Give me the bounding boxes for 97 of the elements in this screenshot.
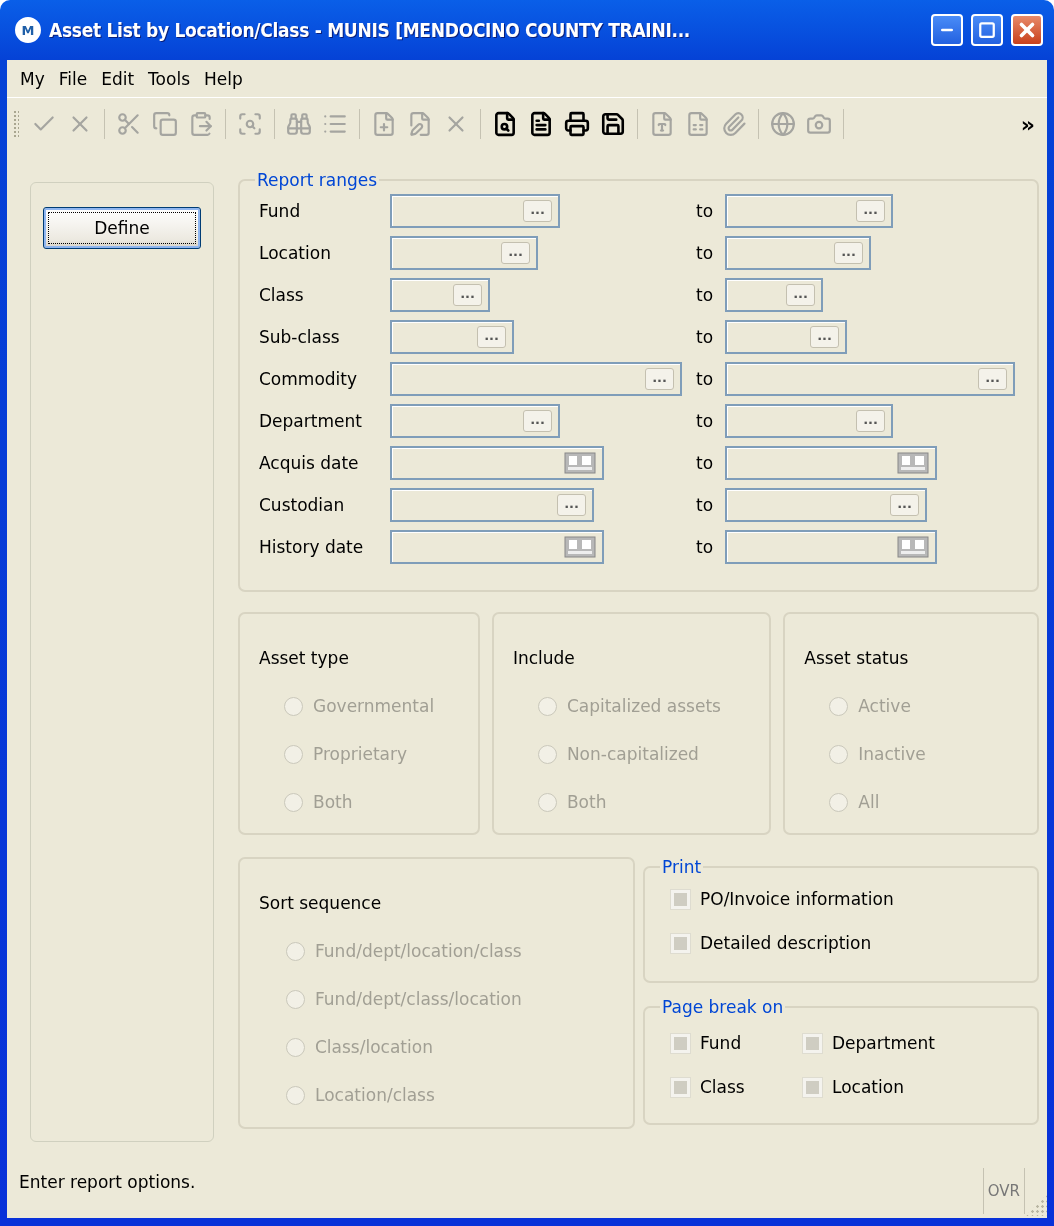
- lookup-button[interactable]: ...: [453, 284, 482, 306]
- input-field[interactable]: ...: [390, 194, 560, 228]
- checkbox-label: PO/Invoice information: [700, 889, 894, 909]
- radio-label: Fund/dept/location/class: [315, 941, 522, 961]
- lookup-button[interactable]: ...: [856, 410, 885, 432]
- input-field[interactable]: ...: [390, 236, 538, 270]
- to-label: to: [696, 285, 715, 305]
- to-label: to: [696, 495, 715, 515]
- to-label: to: [696, 243, 715, 263]
- group-title: Page break on: [661, 997, 785, 1017]
- calendar-icon[interactable]: [897, 452, 929, 474]
- group-title: Include: [512, 648, 576, 670]
- group-title: Asset status: [804, 648, 910, 670]
- input-field[interactable]: ...: [725, 488, 927, 522]
- field-label: Commodity: [259, 369, 359, 389]
- checkbox-label: Detailed description: [700, 933, 872, 953]
- group-title: Print: [661, 857, 703, 877]
- input-field[interactable]: [390, 446, 604, 480]
- minimize-button[interactable]: [931, 14, 963, 46]
- field-label: Fund: [259, 201, 302, 221]
- field-label: History date: [259, 537, 365, 557]
- close-button[interactable]: [1011, 14, 1043, 46]
- overwrite-mode-indicator: OVR: [982, 1168, 1025, 1214]
- input-field[interactable]: ...: [725, 362, 1015, 396]
- radio-label: Proprietary: [313, 744, 408, 764]
- input-field[interactable]: [390, 530, 604, 564]
- group-title: Report ranges: [256, 170, 379, 190]
- lookup-button[interactable]: ...: [477, 326, 506, 348]
- define-button[interactable]: Define: [43, 207, 201, 249]
- lookup-button[interactable]: ...: [645, 368, 674, 390]
- input-field[interactable]: ...: [725, 320, 847, 354]
- calendar-icon[interactable]: [564, 452, 596, 474]
- to-label: to: [696, 411, 715, 431]
- input-field[interactable]: ...: [725, 278, 823, 312]
- input-field[interactable]: ...: [390, 278, 490, 312]
- checkbox-label: Location: [832, 1077, 904, 1097]
- checkbox-label: Class: [700, 1077, 745, 1097]
- field-label: Class: [259, 285, 305, 305]
- calendar-icon[interactable]: [564, 536, 596, 558]
- radio-label: Governmental: [313, 696, 435, 716]
- radio-label: Class/location: [315, 1037, 433, 1057]
- radio-label: Inactive: [858, 744, 926, 764]
- maximize-button[interactable]: [971, 14, 1003, 46]
- lookup-button[interactable]: ...: [810, 326, 839, 348]
- lookup-button[interactable]: ...: [834, 242, 863, 264]
- input-field[interactable]: [725, 446, 937, 480]
- window-title: Asset List by Location/Class - MUNIS [MENDOCINO COUNTY TRAINI...: [49, 19, 692, 41]
- calendar-icon[interactable]: [897, 536, 929, 558]
- lookup-button[interactable]: ...: [978, 368, 1007, 390]
- group-title: Asset type: [259, 648, 350, 670]
- radio-label: All: [858, 792, 880, 812]
- to-label: to: [696, 369, 715, 389]
- to-label: to: [696, 327, 715, 347]
- to-label: to: [696, 201, 715, 221]
- checkbox-label: Department: [832, 1033, 935, 1053]
- group-title: Sort sequence: [259, 893, 383, 915]
- to-label: to: [696, 537, 715, 557]
- radio-label: Capitalized assets: [566, 696, 721, 716]
- input-field[interactable]: ...: [725, 404, 893, 438]
- menu-item[interactable]: Tools: [141, 68, 197, 89]
- radio-label: Location/class: [315, 1085, 435, 1105]
- menu-item[interactable]: My: [13, 68, 52, 89]
- resize-grip[interactable]: [1025, 1194, 1047, 1216]
- field-label: Acquis date: [259, 453, 360, 473]
- menu-item[interactable]: File: [51, 68, 95, 89]
- menu-item[interactable]: Edit: [94, 68, 142, 89]
- app-logo: M: [15, 17, 41, 43]
- to-label: to: [696, 453, 715, 473]
- field-label: Department: [259, 411, 363, 431]
- menu-item[interactable]: Help: [197, 68, 250, 89]
- input-field[interactable]: ...: [390, 362, 682, 396]
- radio-label: Fund/dept/class/location: [315, 989, 522, 1009]
- toolbar-grip[interactable]: [13, 110, 19, 138]
- input-field[interactable]: [725, 530, 937, 564]
- lookup-button[interactable]: ...: [557, 494, 586, 516]
- overflow-button[interactable]: »: [1016, 111, 1039, 137]
- input-field[interactable]: ...: [390, 320, 514, 354]
- input-field[interactable]: ...: [390, 404, 560, 438]
- input-field[interactable]: ...: [390, 488, 594, 522]
- field-label: Custodian: [259, 495, 346, 515]
- radio-label: Non-capitalized: [566, 744, 699, 764]
- lookup-button[interactable]: ...: [501, 242, 530, 264]
- status-message: Enter report options.: [19, 1172, 197, 1192]
- lookup-button[interactable]: ...: [856, 200, 885, 222]
- input-field[interactable]: ...: [725, 194, 893, 228]
- lookup-button[interactable]: ...: [786, 284, 815, 306]
- lookup-button[interactable]: ...: [890, 494, 919, 516]
- input-field[interactable]: ...: [725, 236, 871, 270]
- radio-label: Both: [566, 792, 607, 812]
- lookup-button[interactable]: ...: [523, 410, 552, 432]
- maximize-icon: [978, 21, 996, 39]
- radio-label: Both: [313, 792, 353, 812]
- field-label: Location: [259, 243, 332, 263]
- field-label: Sub-class: [259, 327, 341, 347]
- lookup-button[interactable]: ...: [523, 200, 552, 222]
- checkbox-label: Fund: [700, 1033, 742, 1053]
- radio-label: Active: [858, 696, 911, 716]
